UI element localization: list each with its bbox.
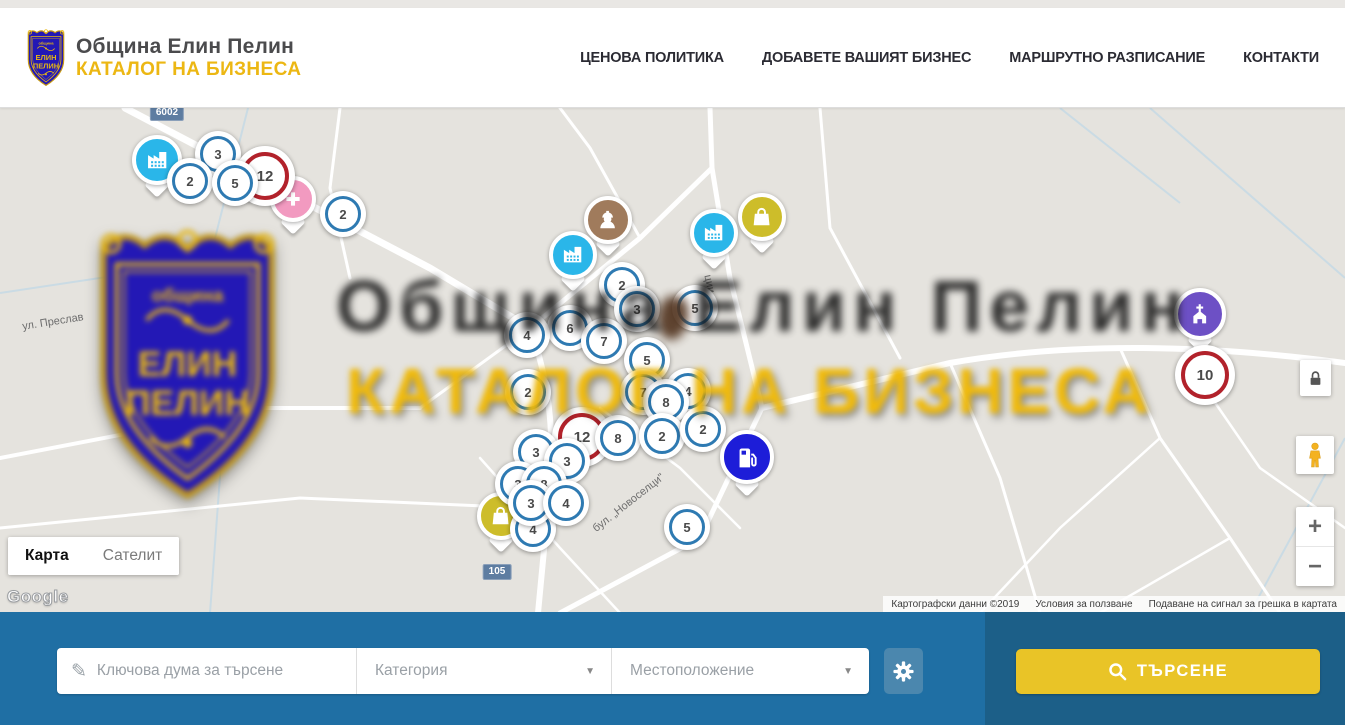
- factory-icon: [690, 209, 738, 257]
- brand[interactable]: Община Елин Пелин КАТАЛОГ НА БИЗНЕСА: [24, 28, 301, 87]
- cluster-marker[interactable]: 4: [543, 480, 589, 526]
- nav-pricing-policy[interactable]: ЦЕНОВА ПОЛИТИКА: [580, 50, 724, 66]
- map-markers-layer: 32125223564752748128223338434510: [0, 108, 1345, 613]
- keyword-section: ✎: [57, 648, 357, 694]
- advanced-search-button[interactable]: [884, 648, 923, 694]
- location-select-value: Местоположение: [630, 662, 754, 680]
- main-nav: ЦЕНОВА ПОЛИТИКА ДОБАВЕТЕ ВАШИЯТ БИЗНЕС М…: [580, 50, 1319, 66]
- attribution-terms-link[interactable]: Условия за ползване: [1035, 599, 1132, 610]
- bag-icon: [738, 193, 786, 241]
- cluster-marker[interactable]: 2: [167, 158, 213, 204]
- search-button-label: ТЪРСЕНЕ: [1137, 662, 1228, 681]
- municipality-logo: [24, 28, 68, 87]
- chevron-down-icon: ▼: [843, 666, 853, 677]
- nav-add-your-business[interactable]: ДОБАВЕТЕ ВАШИЯТ БИЗНЕС: [762, 50, 971, 66]
- lock-button[interactable]: [1300, 360, 1331, 396]
- fuel-icon: [720, 430, 774, 484]
- google-logo[interactable]: Google: [7, 587, 69, 607]
- cluster-marker[interactable]: 5: [212, 160, 258, 206]
- factory-pin-marker[interactable]: [549, 231, 597, 279]
- page: община ЕЛИН ПЕЛИН Община Елин Пелин КАТА…: [0, 0, 1345, 725]
- header: Община Елин Пелин КАТАЛОГ НА БИЗНЕСА ЦЕН…: [0, 8, 1345, 108]
- chevron-down-icon: ▼: [585, 666, 595, 677]
- map-type-satellite-button[interactable]: Сателит: [86, 537, 179, 575]
- cluster-marker[interactable]: 8: [595, 415, 641, 461]
- lock-icon: [1308, 370, 1323, 387]
- search-bar: ✎ Категория ▼ Местоположение ▼: [0, 612, 1345, 725]
- map-type-control: Карта Сателит: [8, 537, 179, 575]
- cluster-marker[interactable]: 2: [505, 369, 551, 415]
- zoom-out-button[interactable]: −: [1296, 547, 1334, 586]
- gear-icon: [893, 661, 914, 682]
- factory-icon: [549, 231, 597, 279]
- category-select[interactable]: Категория ▼: [357, 648, 612, 694]
- cluster-marker[interactable]: 10: [1175, 345, 1235, 405]
- cluster-marker[interactable]: 2: [680, 406, 726, 452]
- factory-pin-marker[interactable]: [690, 209, 738, 257]
- location-select[interactable]: Местоположение ▼: [612, 648, 869, 694]
- zoom-control: + −: [1296, 507, 1334, 586]
- cluster-marker[interactable]: 2: [320, 191, 366, 237]
- site-title: Община Елин Пелин: [76, 35, 301, 59]
- keyword-input[interactable]: [97, 662, 322, 680]
- cluster-marker[interactable]: 5: [664, 504, 710, 550]
- church-icon: [1174, 288, 1226, 340]
- church-pin-marker[interactable]: [1174, 288, 1226, 340]
- page-top-strip: [0, 0, 1345, 8]
- cluster-marker[interactable]: 5: [672, 285, 718, 331]
- cluster-marker[interactable]: 7: [581, 318, 627, 364]
- pegman-icon: [1304, 442, 1326, 468]
- category-select-value: Категория: [375, 662, 447, 680]
- attribution-copyright: Картографски данни ©2019: [891, 599, 1019, 610]
- search-button[interactable]: ТЪРСЕНЕ: [1016, 649, 1320, 694]
- map-type-map-button[interactable]: Карта: [8, 537, 86, 575]
- bag-pin-marker[interactable]: [738, 193, 786, 241]
- pegman-button[interactable]: [1296, 436, 1334, 474]
- cluster-marker[interactable]: 2: [639, 413, 685, 459]
- pencil-icon: ✎: [71, 660, 87, 683]
- search-icon: [1108, 662, 1127, 681]
- attribution-report-error-link[interactable]: Подаване на сигнал за грешка в картата: [1149, 599, 1337, 610]
- map-attribution: Картографски данни ©2019 Условия за полз…: [883, 596, 1345, 612]
- map-canvas[interactable]: 6002 105 ул. Преслав бул. „Новоселци" ци…: [0, 108, 1345, 613]
- nav-contacts[interactable]: КОНТАКТИ: [1243, 50, 1319, 66]
- site-subtitle: КАТАЛОГ НА БИЗНЕСА: [76, 59, 301, 81]
- cluster-marker[interactable]: 4: [504, 312, 550, 358]
- search-group: ✎ Категория ▼ Местоположение ▼: [57, 648, 869, 694]
- zoom-in-button[interactable]: +: [1296, 507, 1334, 547]
- fuel-pin-marker[interactable]: [720, 430, 774, 484]
- nav-route-schedule[interactable]: МАРШРУТНО РАЗПИСАНИЕ: [1009, 50, 1205, 66]
